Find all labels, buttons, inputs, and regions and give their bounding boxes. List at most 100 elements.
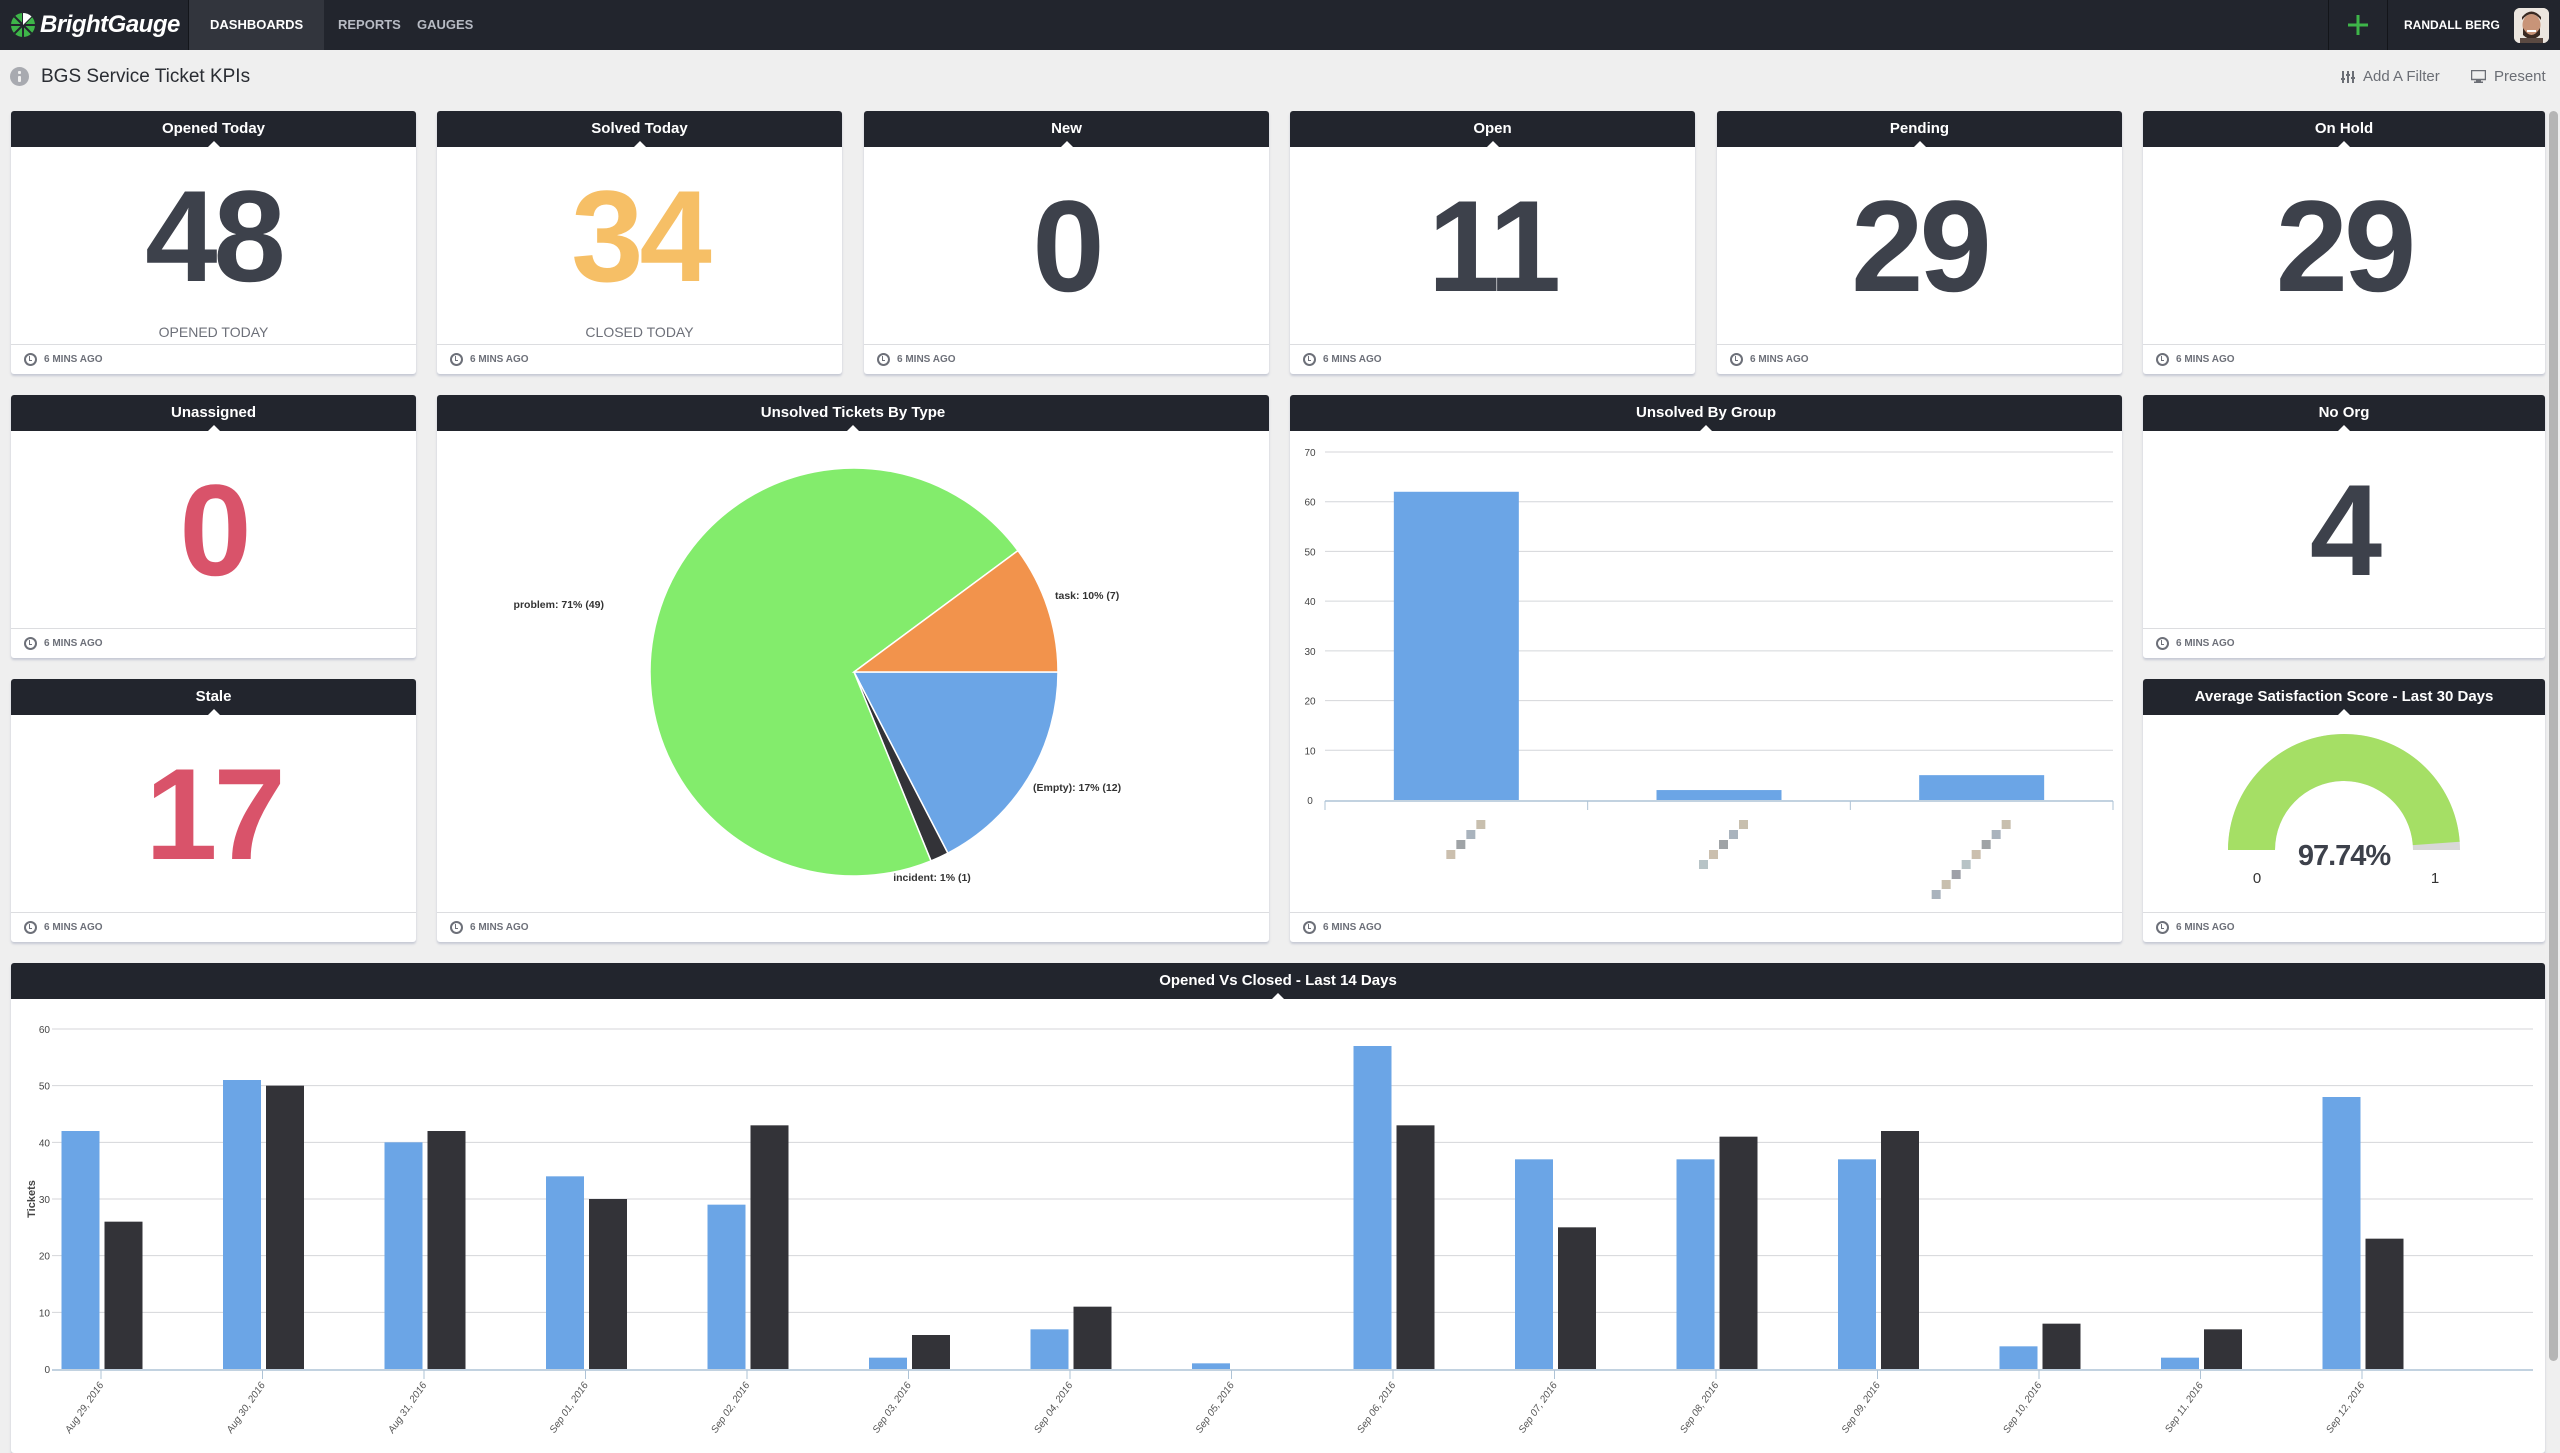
brand-name: BrightGauge <box>40 11 180 38</box>
y-tick-label: 60 <box>1304 498 1316 509</box>
widget-title: New <box>864 111 1269 147</box>
widget-unsolved-by-type[interactable]: Unsolved Tickets By Type (Empty): 17% (1… <box>437 395 1269 942</box>
bar <box>1393 491 1519 800</box>
user-avatar-icon <box>2514 8 2549 43</box>
stat-value: 4 <box>2309 457 2382 603</box>
x-category-label-obscured <box>1931 820 2011 899</box>
clock-icon <box>24 921 37 934</box>
gauge-chart: 97.74% 0 1 <box>2228 734 2460 887</box>
bar-closed <box>2042 1323 2081 1369</box>
x-tick-label: Sep 12, 2016 <box>2324 1380 2367 1435</box>
nav-reports[interactable]: REPORTS <box>338 0 401 50</box>
pie-label: task: 10% (7) <box>1055 590 1119 602</box>
pie-label: incident: 1% (1) <box>893 872 971 884</box>
widget-opened-vs-closed[interactable]: Opened Vs Closed - Last 14 Days 0 10 20 30 4… <box>11 963 2545 1453</box>
widget-unsolved-by-group[interactable]: Unsolved By Group 0 10 20 30 40 50 60 70 6 MINS… <box>1290 395 2122 942</box>
stat-value: 0 <box>179 457 251 603</box>
info-icon[interactable] <box>10 67 29 86</box>
clock-icon <box>2156 353 2169 366</box>
widget-open[interactable]: Open 11 6 MINS AGO <box>1290 111 1695 374</box>
user-menu[interactable]: RANDALL BERG <box>2404 0 2500 50</box>
bar-opened <box>1676 1159 1715 1369</box>
page-title: BGS Service Ticket KPIs <box>41 66 251 87</box>
updated-time: 6 MINS AGO <box>897 354 956 365</box>
widget-opened-today[interactable]: Opened Today 48 OPENED TODAY 6 MINS AGO <box>11 111 416 374</box>
bar-closed <box>2365 1238 2404 1369</box>
widget-unassigned[interactable]: Unassigned 0 6 MINS AGO <box>11 395 416 658</box>
x-tick-label: Sep 06, 2016 <box>1355 1380 1398 1435</box>
stat-value: 17 <box>145 741 286 887</box>
y-tick-label: 50 <box>1304 547 1316 558</box>
bar-opened <box>1192 1363 1230 1369</box>
monitor-icon <box>2471 70 2486 83</box>
y-tick-label: 60 <box>39 1025 51 1036</box>
widget-footer: 6 MINS AGO <box>437 912 1269 942</box>
widget-footer: 6 MINS AGO <box>2143 628 2545 658</box>
page-scrollbar[interactable] <box>2549 111 2558 1361</box>
widget-stale[interactable]: Stale 17 6 MINS AGO <box>11 679 416 942</box>
add-button[interactable] <box>2329 0 2387 50</box>
widget-title: Opened Vs Closed - Last 14 Days <box>11 963 2545 999</box>
widget-footer: 6 MINS AGO <box>11 912 416 942</box>
bar-closed <box>2204 1329 2242 1369</box>
x-tick-label: Sep 10, 2016 <box>2001 1380 2044 1435</box>
widget-on-hold[interactable]: On Hold 29 6 MINS AGO <box>2143 111 2545 374</box>
present-button[interactable]: Present <box>2471 68 2546 85</box>
y-tick-label: 20 <box>39 1252 51 1263</box>
clock-icon <box>1303 353 1316 366</box>
widget-title: No Org <box>2143 395 2545 431</box>
widget-title: Unassigned <box>11 395 416 431</box>
bar-opened <box>2161 1357 2199 1369</box>
widget-no-org[interactable]: No Org 4 6 MINS AGO <box>2143 395 2545 658</box>
widget-title: Average Satisfaction Score - Last 30 Day… <box>2143 679 2545 715</box>
bar-closed <box>912 1335 950 1369</box>
y-tick-label: 0 <box>1307 796 1313 807</box>
bar-closed <box>750 1125 789 1369</box>
clock-icon <box>24 353 37 366</box>
y-tick-label: 40 <box>39 1138 51 1149</box>
x-tick-label: Sep 01, 2016 <box>548 1380 591 1435</box>
bar-opened <box>1030 1329 1069 1369</box>
nav-gauges[interactable]: GAUGES <box>417 0 473 50</box>
bar-opened <box>1838 1159 1876 1369</box>
widget-satisfaction-gauge[interactable]: Average Satisfaction Score - Last 30 Day… <box>2143 679 2545 942</box>
widget-solved-today[interactable]: Solved Today 34 CLOSED TODAY 6 MINS AGO <box>437 111 842 374</box>
widget-title: Solved Today <box>437 111 842 147</box>
x-category-label-obscured <box>1699 820 1748 869</box>
bar-opened <box>2322 1097 2361 1369</box>
stat-value: 34 <box>571 163 712 309</box>
bar-opened <box>384 1142 423 1369</box>
bar <box>1919 775 2045 800</box>
plus-icon <box>2348 15 2368 35</box>
bar-opened <box>869 1357 907 1369</box>
y-axis-title: Tickets <box>26 1180 38 1218</box>
bar-opened <box>546 1176 584 1369</box>
y-tick-label: 50 <box>39 1082 51 1093</box>
widget-title: Opened Today <box>11 111 416 147</box>
updated-time: 6 MINS AGO <box>44 354 103 365</box>
bar-opened <box>1353 1046 1392 1369</box>
brand-logo[interactable]: BrightGauge <box>10 10 180 40</box>
widget-title: Pending <box>1717 111 2122 147</box>
avatar[interactable] <box>2514 8 2549 43</box>
x-tick-label: Sep 03, 2016 <box>871 1380 914 1435</box>
updated-time: 6 MINS AGO <box>470 354 529 365</box>
stat-value: 29 <box>1851 173 1992 319</box>
x-tick-label: Sep 11, 2016 <box>2163 1380 2206 1435</box>
widget-new[interactable]: New 0 6 MINS AGO <box>864 111 1269 374</box>
widget-pending[interactable]: Pending 29 6 MINS AGO <box>1717 111 2122 374</box>
x-category-label-obscured <box>1446 820 1486 859</box>
group-bar-chart: 0 10 20 30 40 50 60 70 <box>1304 448 2114 899</box>
y-tick-label: 20 <box>1304 697 1316 708</box>
bar-opened <box>1515 1159 1553 1369</box>
nav-dashboards[interactable]: DASHBOARDS <box>189 0 325 50</box>
stat-value: 48 <box>145 163 286 309</box>
widget-footer: 6 MINS AGO <box>864 344 1269 374</box>
add-filter-button[interactable]: Add A Filter <box>2341 68 2440 85</box>
y-tick-label: 10 <box>39 1308 51 1319</box>
widget-footer: 6 MINS AGO <box>1717 344 2122 374</box>
stat-caption: OPENED TODAY <box>158 324 269 340</box>
widget-footer: 6 MINS AGO <box>437 344 842 374</box>
gauge-min-label: 0 <box>2253 870 2261 887</box>
y-tick-label: 40 <box>1304 597 1316 608</box>
